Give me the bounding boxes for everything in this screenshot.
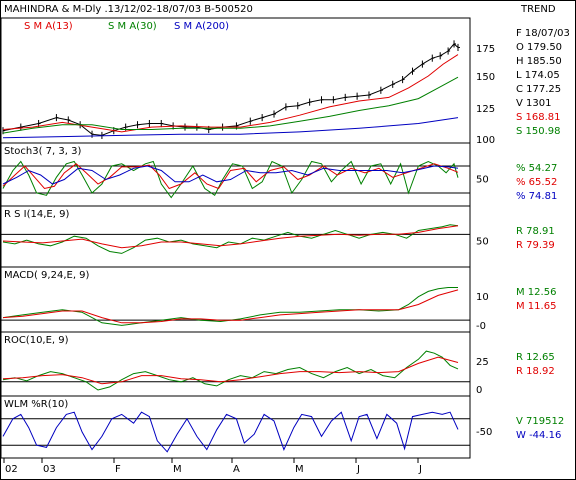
x-label-1: 03 [43, 464, 56, 475]
macd-readout-0: M 12.56 [516, 287, 556, 298]
roc-readout-0: R 12.65 [516, 352, 555, 363]
wlm-legend-0: WLM %R(10) [4, 399, 68, 410]
price-readout-4: C 177.25 [516, 84, 561, 95]
technical-chart: MAHINDRA & M-Dly .13/12/02-18/07/03 B-50… [0, 0, 576, 480]
price-ytick-0: 175 [476, 44, 495, 55]
stoch-ytick-0: 50 [476, 175, 489, 186]
rsi-ytick-0: 50 [476, 237, 489, 248]
roc-readout-1: R 18.92 [516, 366, 555, 377]
price-readout-2: H 185.50 [516, 56, 562, 67]
trend-label: TREND [520, 4, 556, 15]
rsi-readout-0: R 78.91 [516, 226, 555, 237]
price-legend-0: S M A(13) [24, 21, 73, 32]
macd-ytick-1: -0 [476, 321, 486, 332]
price-readout-3: L 174.05 [516, 70, 560, 81]
stoch-readout-1: % 65.52 [516, 177, 557, 188]
roc-ytick-1: 0 [476, 385, 482, 396]
x-label-4: A [233, 464, 240, 475]
macd-ytick-0: 10 [476, 292, 489, 303]
wlm-readout-0: V 719512 [516, 416, 564, 427]
price-ytick-2: 125 [476, 104, 495, 115]
price-legend-2: S M A(200) [174, 21, 229, 32]
price-readout-5: V 1301 [516, 98, 551, 109]
chart-title: MAHINDRA & M-Dly .13/12/02-18/07/03 B-50… [4, 4, 253, 15]
price-readout-0: F 18/07/03 [516, 28, 570, 39]
price-readout-6: S 168.81 [516, 112, 561, 123]
macd-readout-1: M 11.65 [516, 301, 556, 312]
stoch-readout-2: % 74.81 [516, 191, 557, 202]
price-ytick-1: 150 [476, 72, 495, 83]
x-label-5: M [295, 464, 304, 475]
stoch-legend-0: Stoch3( 7, 3, 3) [4, 146, 81, 157]
price-ytick-3: 100 [476, 135, 495, 146]
x-label-0: 02 [5, 464, 18, 475]
rsi-readout-1: R 79.39 [516, 240, 555, 251]
rsi-legend-0: R S I(14,E, 9) [4, 209, 69, 220]
x-label-3: M [173, 464, 182, 475]
wlm-ytick-0: -50 [476, 427, 492, 438]
price-readout-7: S 150.98 [516, 126, 561, 137]
stoch-readout-0: % 54.27 [516, 163, 557, 174]
x-label-6: J [356, 464, 360, 475]
macd-legend-0: MACD( 9,24,E, 9) [4, 270, 90, 281]
roc-legend-0: ROC(10,E, 9) [4, 335, 69, 346]
roc-ytick-0: 25 [476, 357, 489, 368]
x-label-2: F [115, 464, 121, 475]
x-label-7: J [418, 464, 422, 475]
price-legend-1: S M A(30) [108, 21, 157, 32]
price-readout-1: O 179.50 [516, 42, 562, 53]
wlm-readout-1: W -44.16 [516, 430, 561, 441]
